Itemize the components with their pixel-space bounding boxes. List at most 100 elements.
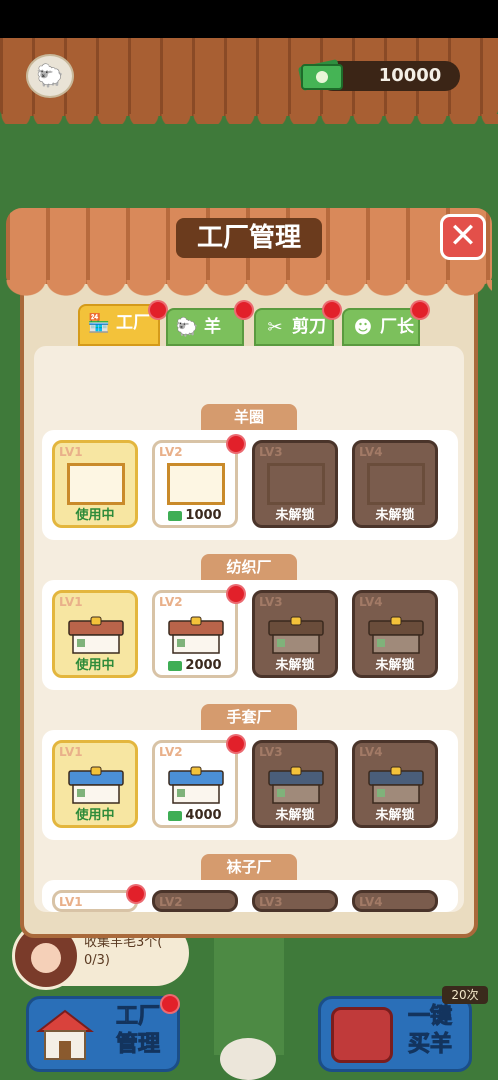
- factory-level-card[interactable]: LV3 未解锁: [252, 590, 338, 678]
- tab-manager[interactable]: ☻ 厂长: [342, 308, 420, 346]
- level-label: LV4: [359, 595, 383, 609]
- factory-management-button[interactable]: 工厂 管理: [26, 996, 180, 1072]
- shop-icon: 🏪: [87, 313, 111, 334]
- level-label: LV3: [259, 745, 283, 759]
- status-label: 未解锁: [375, 658, 415, 673]
- pen-icon: [267, 463, 325, 505]
- status-label: 使用中: [75, 658, 115, 673]
- status-label: 未解锁: [275, 508, 315, 523]
- factory-icon: [268, 616, 324, 654]
- level-label: LV1: [59, 745, 83, 759]
- status-label: 未解锁: [275, 808, 315, 823]
- factory-level-card[interactable]: LV4 未解锁: [352, 440, 438, 528]
- factory-icon: [68, 616, 124, 654]
- status-label: 未解锁: [375, 508, 415, 523]
- sheep-icon: 🐑: [175, 317, 199, 338]
- buy-button-label: 一键 买羊: [393, 1003, 467, 1059]
- factory-level-card[interactable]: LV2 4000: [152, 740, 238, 828]
- factory-level-card[interactable]: LV4: [352, 890, 438, 912]
- status-label: 未解锁: [275, 658, 315, 673]
- level-label: LV1: [59, 895, 83, 909]
- level-label: LV2: [159, 445, 183, 459]
- pen-icon: [367, 463, 425, 505]
- tab-scissors-label: 剪刀: [292, 317, 326, 337]
- buy-label-1: 一键: [407, 1004, 452, 1030]
- factory-level-card[interactable]: LV2: [152, 890, 238, 912]
- factory-level-card[interactable]: LV2 1000: [152, 440, 238, 528]
- level-label: LV4: [359, 445, 383, 459]
- upgrade-dot: [126, 884, 146, 904]
- level-label: LV3: [259, 445, 283, 459]
- sheep-sprite: [220, 1038, 276, 1080]
- cash-icon: [168, 510, 183, 521]
- tab-sheep[interactable]: 🐑 羊: [166, 308, 244, 346]
- status-label: 使用中: [75, 508, 115, 523]
- road: [214, 935, 284, 1055]
- buy-label-2: 买羊: [407, 1032, 452, 1058]
- cash-icon: [298, 59, 343, 91]
- factory-level-card[interactable]: LV2 2000: [152, 590, 238, 678]
- factory-level-card[interactable]: LV4 未解锁: [352, 740, 438, 828]
- factory-icon: [268, 766, 324, 804]
- factory-level-card[interactable]: LV3 未解锁: [252, 440, 338, 528]
- factory-level-card[interactable]: LV3 未解锁: [252, 740, 338, 828]
- modal-title: 工厂管理: [196, 223, 301, 253]
- factory-level-card[interactable]: LV1 使用中: [52, 590, 138, 678]
- level-label: LV1: [59, 445, 83, 459]
- tab-factory-dot: [148, 300, 168, 320]
- manager-icon: ☻: [353, 317, 373, 338]
- pen-icon: [167, 463, 225, 505]
- close-icon: ✕: [448, 216, 478, 256]
- house-icon: [36, 1009, 94, 1060]
- factory-level-card[interactable]: LV4 未解锁: [352, 590, 438, 678]
- level-label: LV2: [159, 895, 183, 909]
- level-label: LV3: [259, 895, 283, 909]
- price-label: 4000: [155, 808, 235, 823]
- level-label: LV3: [259, 595, 283, 609]
- status-label: 使用中: [75, 808, 115, 823]
- section-title: 手套厂: [201, 704, 297, 730]
- factory-level-card[interactable]: LV1 使用中: [52, 740, 138, 828]
- task-line-2: 0/3): [84, 953, 110, 968]
- cash-icon: [168, 660, 183, 671]
- factory-level-card[interactable]: LV3: [252, 890, 338, 912]
- status-label: 未解锁: [375, 808, 415, 823]
- pen-icon: [67, 463, 125, 505]
- upgrade-dot: [226, 584, 246, 604]
- tab-manager-dot: [410, 300, 430, 320]
- close-button[interactable]: ✕: [440, 214, 486, 260]
- factory-icon: [368, 616, 424, 654]
- price-label: 1000: [155, 508, 235, 523]
- notification-dot: [160, 994, 180, 1014]
- buy-count-badge: 20次: [442, 986, 488, 1004]
- tab-factory-label: 工厂: [116, 313, 150, 333]
- upgrade-dot: [226, 734, 246, 754]
- task-text: 收集羊毛3个( 0/3): [84, 934, 162, 970]
- tv-icon: [331, 1007, 393, 1063]
- scissors-icon: ✂: [267, 317, 283, 338]
- cash-icon: [168, 810, 183, 821]
- factory-icon: [68, 766, 124, 804]
- tab-sheep-label: 羊: [204, 317, 221, 337]
- money-value: 10000: [378, 65, 442, 86]
- factory-level-card[interactable]: LV1 使用中: [52, 440, 138, 528]
- level-label: LV4: [359, 895, 383, 909]
- section-title: 袜子厂: [201, 854, 297, 880]
- tab-scissors-dot: [322, 300, 342, 320]
- section-title: 羊圈: [201, 404, 297, 430]
- tab-sheep-dot: [234, 300, 254, 320]
- level-label: LV2: [159, 745, 183, 759]
- factory-icon: [168, 766, 224, 804]
- level-label: LV1: [59, 595, 83, 609]
- tab-manager-label: 厂长: [380, 317, 414, 337]
- factory-label-2: 管理: [115, 1032, 160, 1058]
- sheep-avatar-icon[interactable]: 🐑: [26, 54, 74, 98]
- level-label: LV2: [159, 595, 183, 609]
- level-label: LV4: [359, 745, 383, 759]
- upgrade-dot: [226, 434, 246, 454]
- status-bar: [0, 0, 498, 38]
- price-label: 2000: [155, 658, 235, 673]
- section-title: 纺织厂: [201, 554, 297, 580]
- one-click-buy-sheep-button[interactable]: 一键 买羊: [318, 996, 472, 1072]
- factory-icon: [368, 766, 424, 804]
